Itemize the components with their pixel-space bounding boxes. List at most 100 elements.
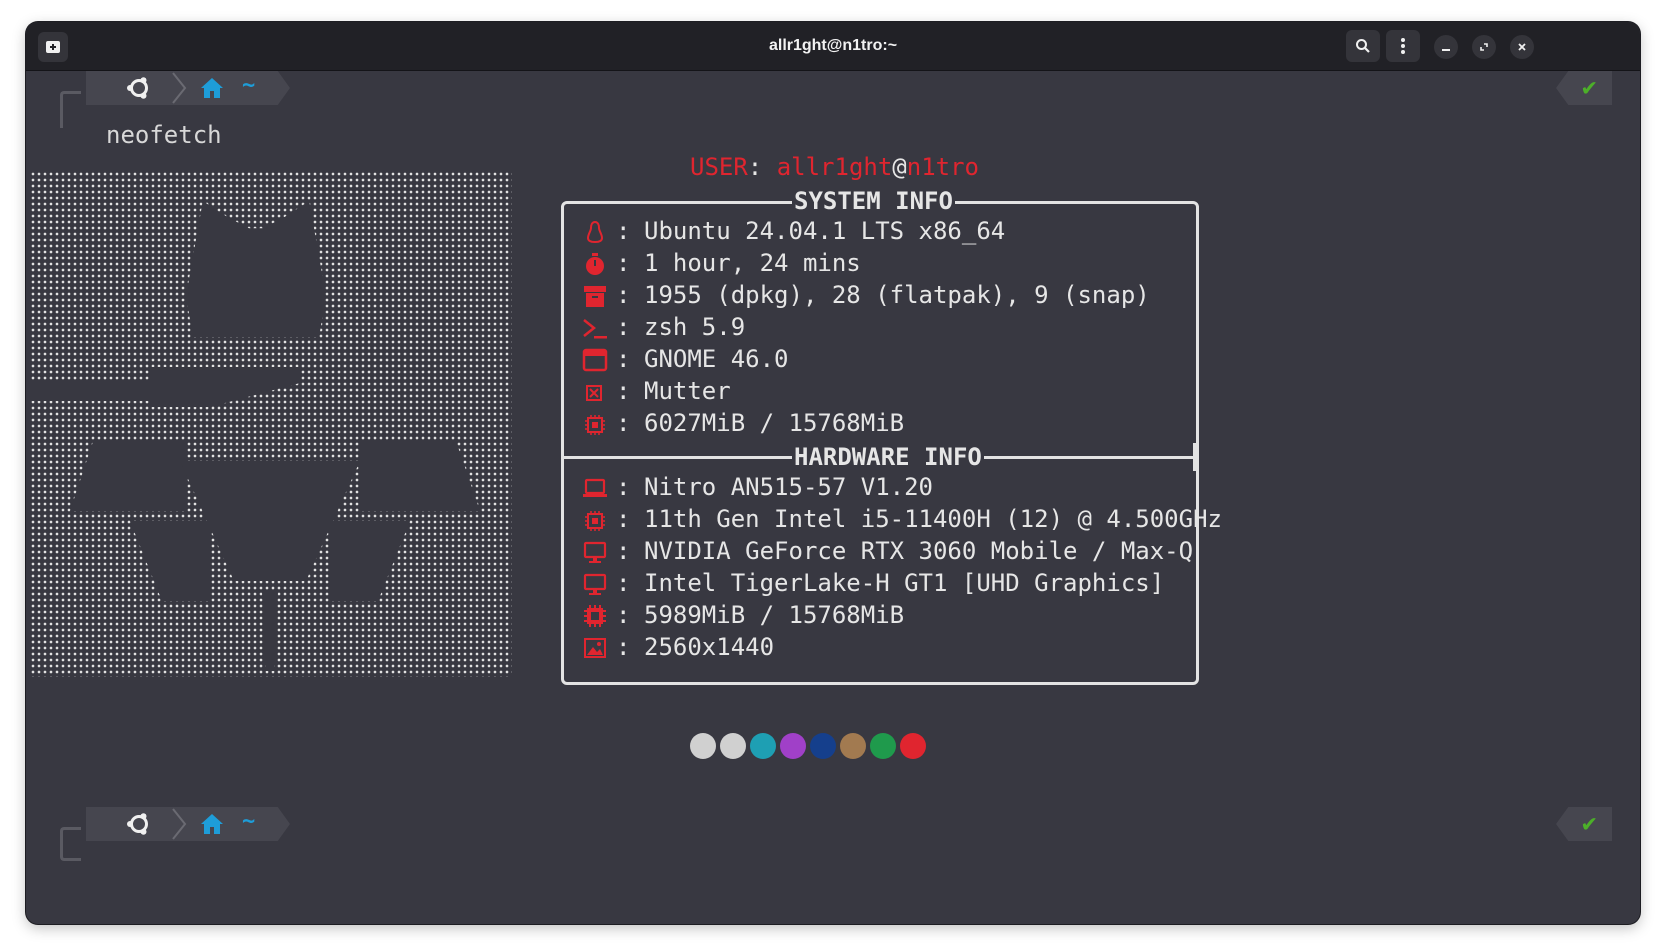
info-colon: : [616, 377, 631, 405]
laptop-icon [583, 478, 607, 497]
info-row-resolution: : 2560x1440 [582, 633, 774, 665]
info-value: Intel TigerLake-H GT1 [UHD Graphics] [644, 569, 1165, 597]
info-value: 11th Gen Intel i5-11400H (12) @ 4.500GHz [644, 505, 1222, 533]
palette-dot [840, 733, 866, 759]
info-row-de: : GNOME 46.0 [582, 345, 789, 377]
maximize-button[interactable] [1472, 35, 1496, 59]
info-colon: : [616, 633, 631, 661]
system-info-header: SYSTEM INFO [792, 187, 955, 215]
package-icon [584, 286, 606, 307]
palette-dot [750, 733, 776, 759]
palette-dot [780, 733, 806, 759]
palette-dot [810, 733, 836, 759]
monitor-icon [583, 541, 607, 563]
terminal-icon [583, 319, 607, 339]
info-value: Nitro AN515-57 V1.20 [644, 473, 933, 501]
close-box-icon [586, 385, 602, 401]
palette-dot [870, 733, 896, 759]
cpu-icon [585, 511, 605, 531]
prompt-segment: ~ [86, 71, 290, 105]
minimize-button[interactable] [1434, 35, 1458, 59]
stopwatch-icon [586, 253, 604, 275]
minimize-icon [1442, 49, 1450, 51]
window-icon [582, 348, 608, 372]
monitor-icon [583, 573, 607, 595]
info-value: 1 hour, 24 mins [644, 249, 861, 277]
ubuntu-icon [127, 77, 148, 99]
info-colon: : [616, 537, 631, 565]
kebab-menu-icon [1401, 38, 1405, 54]
host-name: n1tro [906, 153, 979, 181]
command-text: neofetch [106, 121, 222, 149]
info-colon: : [616, 505, 631, 533]
info-value: zsh 5.9 [644, 313, 746, 341]
info-colon: : [616, 601, 631, 629]
prompt-path: ~ [242, 809, 256, 834]
info-colon: : [616, 313, 631, 341]
info-colon: : [616, 473, 631, 501]
user-name: allr1ght [776, 153, 893, 181]
success-check-icon: ✔ [1582, 73, 1597, 101]
info-value: NVIDIA GeForce RTX 3060 Mobile / Max-Q [644, 537, 1194, 565]
user-label-colon: : [747, 153, 777, 181]
prompt-bracket [60, 827, 81, 861]
terminal-area[interactable]: ~ neofetch ✔ USER: allr1ght@n1tro SYSTEM… [26, 71, 1640, 924]
info-colon: : [616, 409, 631, 437]
user-line: USER: allr1ght@n1tro [690, 153, 979, 181]
info-value: 1955 (dpkg), 28 (flatpak), 9 (snap) [644, 281, 1150, 309]
info-colon: : [616, 569, 631, 597]
info-row-shell: : zsh 5.9 [582, 313, 745, 345]
chip-icon [585, 415, 605, 435]
info-value: 6027MiB / 15768MiB [644, 409, 905, 437]
prompt-path: ~ [242, 73, 256, 98]
hardware-info-header: HARDWARE INFO [792, 443, 984, 471]
memory-icon [584, 605, 606, 627]
search-button[interactable] [1346, 30, 1380, 62]
terminal-window: allr1ght@n1tro: ~ ~ neofetch ✔ USER: allr… [26, 22, 1640, 924]
title-bar: allr1ght@n1tro:~ [26, 22, 1640, 71]
info-row-cpu: : 11th Gen Intel i5-11400H (12) @ 4.500G… [582, 505, 1222, 537]
info-row-memory-hw: : 5989MiB / 15768MiB [582, 601, 904, 633]
palette-dot [690, 733, 716, 759]
restore-icon [1480, 43, 1488, 51]
info-value: 2560x1440 [644, 633, 775, 661]
ascii-logo [30, 171, 512, 677]
divider-tick [1193, 443, 1196, 471]
ubuntu-icon [127, 813, 148, 835]
separator-chevron-icon [172, 72, 187, 104]
info-colon: : [616, 217, 631, 245]
user-label: USER [690, 153, 748, 181]
home-icon [201, 814, 223, 834]
close-icon [1518, 43, 1526, 51]
info-colon: : [616, 249, 631, 277]
info-value: 5989MiB / 15768MiB [644, 601, 905, 629]
search-icon [1356, 39, 1370, 53]
user-at: @ [892, 153, 907, 181]
success-check-icon: ✔ [1582, 809, 1597, 837]
info-value: GNOME 46.0 [644, 345, 789, 373]
info-row-packages: : 1955 (dpkg), 28 (flatpak), 9 (snap) [582, 281, 1150, 313]
info-value: Mutter [644, 377, 731, 405]
info-row-wm: : Mutter [582, 377, 731, 409]
info-row-gpu-2: : Intel TigerLake-H GT1 [UHD Graphics] [582, 569, 1164, 601]
image-icon [584, 638, 606, 658]
menu-button[interactable] [1386, 30, 1420, 62]
status-segment: ✔ [1556, 71, 1612, 105]
info-row-gpu-1: : NVIDIA GeForce RTX 3060 Mobile / Max-Q [582, 537, 1193, 569]
status-segment: ✔ [1556, 807, 1612, 841]
home-icon [201, 78, 223, 98]
info-row-memory: : 6027MiB / 15768MiB [582, 409, 904, 441]
palette-dot [720, 733, 746, 759]
info-row-host: : Nitro AN515-57 V1.20 [582, 473, 933, 505]
info-value: Ubuntu 24.04.1 LTS x86_64 [644, 217, 1006, 245]
info-colon: : [616, 345, 631, 373]
prompt-bracket [60, 91, 81, 128]
separator-chevron-icon [172, 808, 187, 840]
info-row-uptime: : 1 hour, 24 mins [582, 249, 861, 281]
info-row-os: : Ubuntu 24.04.1 LTS x86_64 [582, 217, 1005, 249]
info-colon: : [616, 281, 631, 309]
close-button[interactable] [1510, 35, 1534, 59]
linux-icon [586, 220, 604, 244]
palette-dot [900, 733, 926, 759]
prompt-segment: ~ [86, 807, 290, 841]
